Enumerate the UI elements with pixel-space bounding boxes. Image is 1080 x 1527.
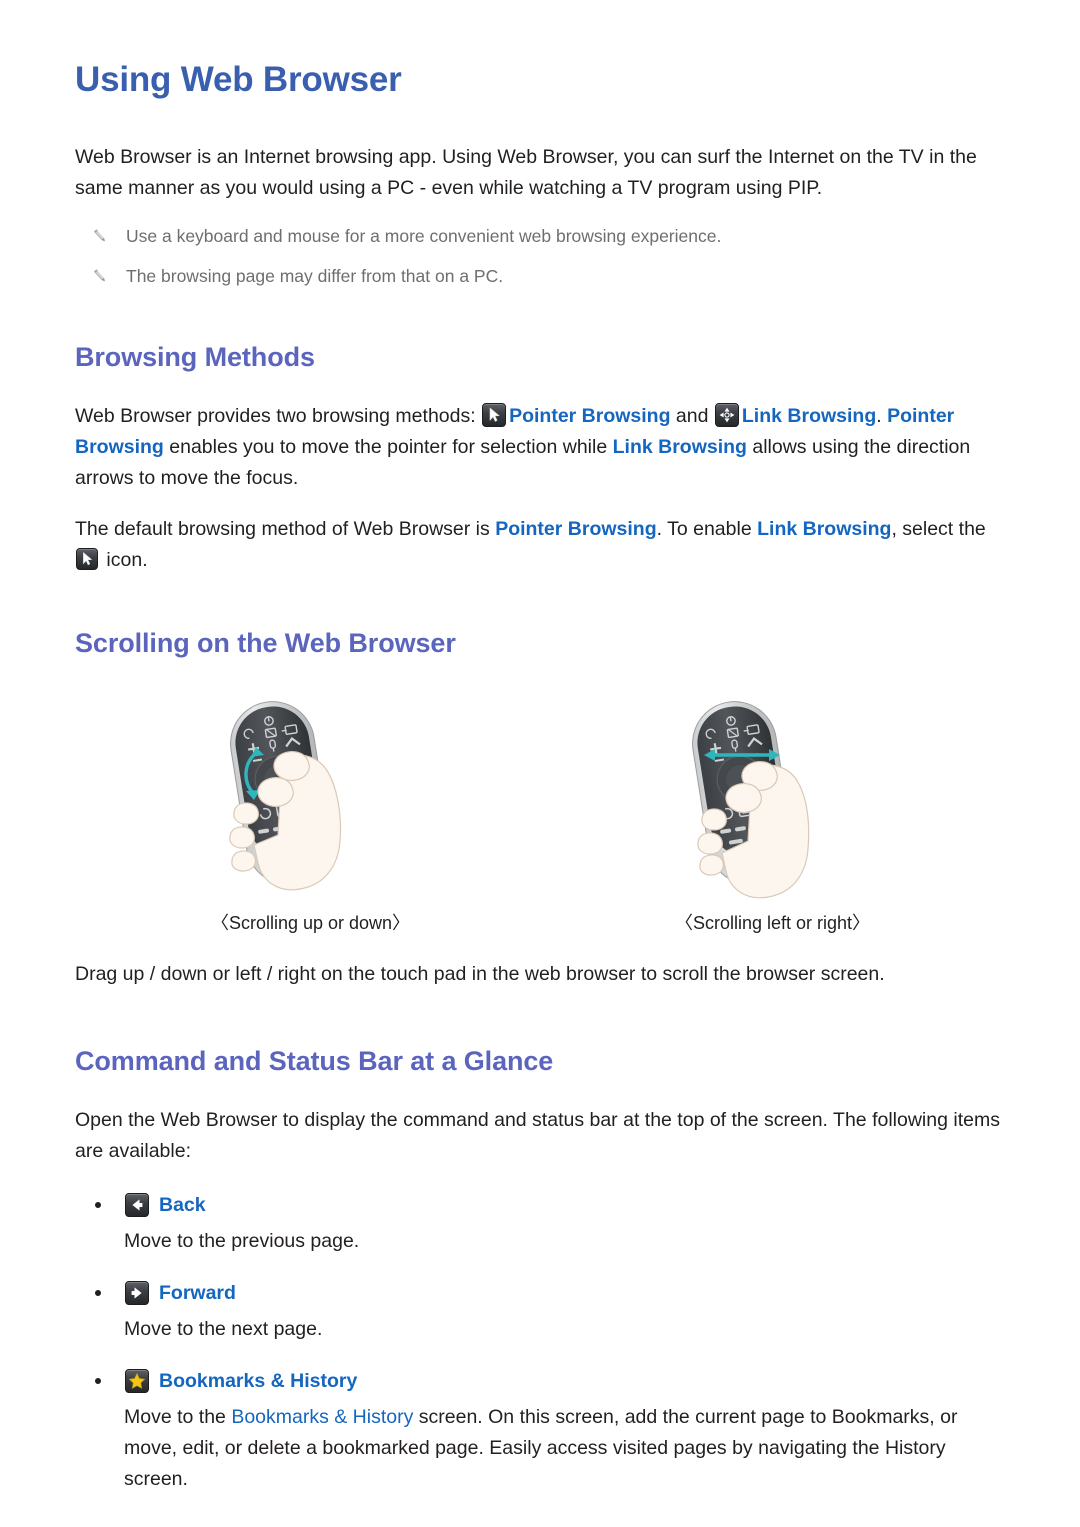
figure-scroll-horizontal: SAMSUNG 〈Scrolling left or right〉 [648, 687, 898, 935]
text-fragment: . [876, 405, 888, 427]
note-item: Use a keyboard and mouse for a more conv… [75, 224, 1008, 250]
list-item: Bookmarks & History Move to the Bookmark… [75, 1369, 1008, 1495]
remote-figures: SAMSUNG 〈Scrolling up or down [75, 687, 1008, 935]
figure-caption: 〈Scrolling up or down〉 [210, 913, 411, 933]
term-pointer-browsing: Pointer Browsing [509, 405, 671, 427]
term-link-browsing: Link Browsing [741, 405, 877, 427]
command-bar-intro: Open the Web Browser to display the comm… [75, 1109, 1000, 1162]
pointer-cursor-icon[interactable] [482, 403, 507, 427]
text-fragment: , select the [891, 518, 986, 540]
four-direction-arrows-icon[interactable] [714, 403, 739, 427]
list-item: Back Move to the previous page. [75, 1193, 1008, 1257]
text-fragment: enables you to move the pointer for sele… [163, 436, 613, 458]
section-heading-browsing-methods: Browsing Methods [75, 342, 315, 372]
bullet-dot [95, 1290, 101, 1296]
pencil-icon [91, 267, 109, 290]
command-item-back[interactable]: Back [75, 1193, 1008, 1217]
command-item-description: Move to the previous page. [124, 1230, 360, 1252]
bullet-dot [95, 1378, 101, 1384]
browsing-methods-paragraph-2: The default browsing method of Web Brows… [75, 514, 1008, 576]
pencil-icon [91, 227, 109, 250]
term-bookmarks-history: Bookmarks & History [231, 1406, 414, 1428]
text-fragment: . To enable [656, 518, 758, 540]
term-pointer-browsing: Pointer Browsing [495, 518, 657, 540]
figure-caption: 〈Scrolling left or right〉 [674, 913, 871, 933]
arrow-left-icon[interactable] [125, 1193, 149, 1217]
command-item-forward[interactable]: Forward [75, 1281, 1008, 1305]
command-item-label: Forward [159, 1281, 236, 1304]
section-heading-command-bar: Command and Status Bar at a Glance [75, 1046, 554, 1076]
page-title: Using Web Browser [75, 60, 402, 99]
text-fragment: and [670, 405, 714, 427]
remote-scroll-horizontal-illustration: SAMSUNG [691, 701, 809, 899]
section-heading-scrolling: Scrolling on the Web Browser [75, 628, 456, 658]
arrow-right-icon[interactable] [125, 1281, 149, 1305]
text-fragment: The default browsing method of Web Brows… [75, 518, 496, 540]
text-fragment: icon. [101, 549, 148, 571]
intro-paragraph: Web Browser is an Internet browsing app.… [75, 146, 977, 199]
note-text: The browsing page may differ from that o… [126, 266, 504, 286]
remote-scroll-vertical-illustration: SAMSUNG [228, 701, 341, 891]
command-item-description: Move to the Bookmarks & History screen. … [124, 1402, 1008, 1495]
scrolling-body-text: Drag up / down or left / right on the to… [75, 963, 885, 985]
document-page: Using Web Browser Web Browser is an Inte… [0, 0, 1080, 1495]
text-fragment: Web Browser provides two browsing method… [75, 405, 482, 427]
term-link-browsing: Link Browsing [757, 518, 892, 540]
list-item: Forward Move to the next page. [75, 1281, 1008, 1345]
command-item-label: Bookmarks & History [159, 1369, 358, 1392]
star-icon[interactable] [125, 1369, 149, 1393]
bullet-dot [95, 1202, 101, 1208]
command-item-description: Move to the next page. [124, 1318, 323, 1340]
figure-scroll-vertical: SAMSUNG 〈Scrolling up or down [186, 687, 436, 935]
browsing-methods-paragraph-1: Web Browser provides two browsing method… [75, 401, 1008, 494]
term-link-browsing: Link Browsing [612, 436, 747, 458]
note-text: Use a keyboard and mouse for a more conv… [126, 226, 722, 246]
text-fragment: Move to the [124, 1406, 232, 1428]
command-item-bookmarks-history[interactable]: Bookmarks & History [75, 1369, 1008, 1393]
note-item: The browsing page may differ from that o… [75, 264, 1008, 290]
command-items-list: Back Move to the previous page. Forward … [75, 1193, 1008, 1495]
pointer-cursor-icon[interactable] [76, 548, 98, 570]
command-item-label: Back [159, 1193, 206, 1216]
